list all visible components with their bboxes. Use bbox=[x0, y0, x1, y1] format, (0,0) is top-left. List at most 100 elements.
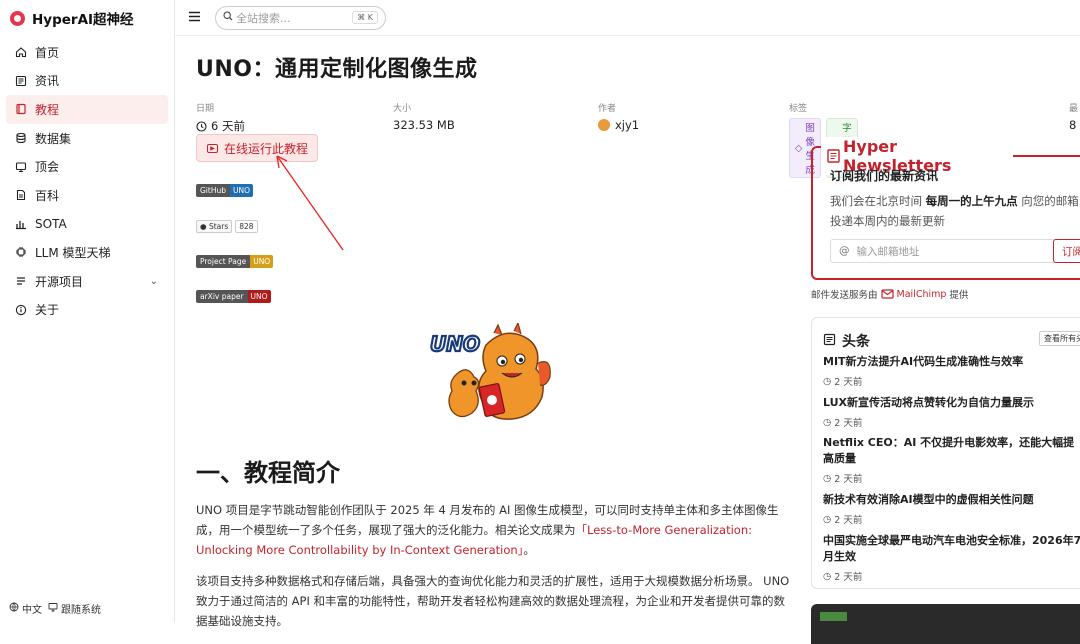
clock-icon: ◷ bbox=[823, 472, 832, 484]
email-field[interactable]: @ 输入邮箱地址 bbox=[830, 239, 1066, 263]
promo-card[interactable] bbox=[811, 604, 1080, 644]
search-shortcut: ⌘ K bbox=[352, 11, 378, 24]
sidebar-item-llm-ladder[interactable]: LLM 模型天梯 bbox=[6, 238, 168, 267]
author-link[interactable]: xjy1 bbox=[615, 118, 639, 132]
sidebar: HyperAI超神经 首页 资讯 教程 数据集 顶会 百科 SOTA LLM 模… bbox=[0, 0, 175, 623]
menu-icon[interactable] bbox=[188, 10, 204, 26]
service-text: 邮件发送服务由 bbox=[811, 290, 878, 301]
sidebar-item-home[interactable]: 首页 bbox=[6, 38, 168, 67]
sidebar-item-about[interactable]: 关于 bbox=[6, 295, 168, 324]
chart-icon bbox=[15, 218, 27, 230]
monitor-icon bbox=[48, 602, 58, 615]
subscribe-button[interactable]: 订阅 bbox=[1053, 239, 1080, 263]
headline-item[interactable]: LUX新宣传活动将点赞转化为自信力量展示 ◷ 2 天前 bbox=[823, 395, 1080, 429]
meta-value: 323.53 MB bbox=[393, 118, 455, 132]
newsletter-heading: 订阅我们的最新资讯 bbox=[830, 169, 939, 183]
play-icon: ▶ bbox=[207, 143, 218, 153]
meta-value: 6 天前 bbox=[211, 119, 245, 133]
page-title: UNO：通用定制化图像生成 bbox=[196, 57, 478, 82]
language-switch[interactable]: 中文 bbox=[22, 601, 42, 616]
sidebar-item-label: 开源项目 bbox=[35, 274, 84, 289]
cpu-icon bbox=[15, 246, 27, 258]
meta-extra: 最 8 bbox=[1069, 101, 1078, 132]
meta-label: 大小 bbox=[393, 104, 412, 114]
uno-logo-text: UNO bbox=[430, 332, 480, 356]
newsletter-description: 我们会在北京时间 每周一的上午九点 向您的邮箱投递本周内的最新更新 bbox=[830, 191, 1080, 231]
badge-right: UNO bbox=[250, 255, 274, 268]
top-bar: 全站搜索... ⌘ K bbox=[175, 0, 1080, 36]
headline-time: 2 天前 bbox=[834, 515, 863, 526]
sidebar-item-label: 百科 bbox=[35, 188, 60, 203]
database-icon bbox=[15, 132, 27, 144]
intro-paragraph: UNO 项目是字节跳动智能创作团队于 2025 年 4 月发布的 AI 图像生成… bbox=[196, 500, 792, 560]
sidebar-item-sota[interactable]: SOTA bbox=[6, 210, 168, 239]
theme-switch[interactable]: 跟随系统 bbox=[61, 601, 101, 616]
sidebar-item-label: 资讯 bbox=[35, 74, 60, 89]
badge-left-label: Stars bbox=[208, 222, 229, 231]
arxiv-badge[interactable]: arXiv paper UNO bbox=[196, 290, 271, 303]
search-input[interactable]: 全站搜索... ⌘ K bbox=[215, 5, 386, 30]
sidebar-item-label: 首页 bbox=[35, 45, 60, 60]
promo-thumbnail bbox=[820, 612, 847, 621]
headline-title[interactable]: MIT新方法提升AI代码生成准确性与效率 bbox=[823, 354, 1080, 370]
sidebar-item-label: SOTA bbox=[35, 216, 67, 231]
desc-text: 我们会在北京时间 bbox=[830, 194, 926, 208]
headline-title[interactable]: 新技术有效消除AI模型中的虚假相关性问题 bbox=[823, 492, 1080, 508]
headline-item[interactable]: Netflix CEO：AI 不仅提升电影效率，还能大幅提高质量 ◷ 2 天前 bbox=[823, 435, 1080, 485]
chevron-down-icon[interactable]: ⌄ bbox=[150, 276, 158, 287]
clock-icon: ◷ bbox=[823, 375, 832, 387]
hyperai-logo-icon bbox=[10, 10, 25, 26]
meta-value: 8 bbox=[1069, 118, 1077, 132]
meta-label: 作者 bbox=[598, 104, 617, 114]
avatar[interactable] bbox=[598, 119, 610, 131]
sidebar-item-tutorials[interactable]: 教程 bbox=[6, 95, 168, 124]
section-title: 一、教程简介 bbox=[196, 459, 340, 487]
see-all-headlines-button[interactable]: 查看所有头条 bbox=[1039, 331, 1080, 346]
badge-left: arXiv paper bbox=[196, 290, 248, 303]
headline-item[interactable]: 中国实施全球最严电动汽车电池安全标准，2026年7月生效 ◷ 2 天前 bbox=[823, 533, 1080, 583]
clock-icon bbox=[196, 120, 207, 132]
newsletter-card: Hyper Newsletters 订阅我们的最新资讯 我们会在北京时间 每周一… bbox=[811, 137, 1080, 280]
meta-author: 作者 xjy1 bbox=[598, 101, 639, 132]
sidebar-item-open-source[interactable]: 开源项目 ⌄ bbox=[6, 267, 168, 296]
sidebar-item-wiki[interactable]: 百科 bbox=[6, 181, 168, 210]
badge-right: UNO bbox=[230, 184, 254, 197]
headline-item[interactable]: MIT新方法提升AI代码生成准确性与效率 ◷ 2 天前 bbox=[823, 354, 1080, 388]
badge-left: ● Stars bbox=[196, 220, 233, 233]
tag-icon: ◇ bbox=[795, 142, 803, 154]
email-placeholder: 输入邮箱地址 bbox=[856, 245, 920, 258]
conference-icon bbox=[15, 161, 27, 173]
github-badge[interactable]: GitHub UNO bbox=[196, 184, 254, 197]
info-icon bbox=[15, 304, 27, 316]
meta-date: 日期 6 天前 bbox=[196, 101, 245, 134]
headline-time: 2 天前 bbox=[834, 418, 863, 429]
uno-hero-image: UNO bbox=[428, 321, 556, 431]
headlines-card: 头条 查看所有头条 MIT新方法提升AI代码生成准确性与效率 ◷2 天前 LUX… bbox=[811, 317, 1080, 589]
article: UNO：通用定制化图像生成 日期 6 天前 大小 323.53 MB 作者 xj… bbox=[196, 36, 1078, 628]
sidebar-item-label: 关于 bbox=[35, 303, 60, 318]
app-logo[interactable]: HyperAI超神经 bbox=[0, 0, 174, 36]
sidebar-item-label: 教程 bbox=[35, 102, 60, 117]
stars-badge[interactable]: ● Stars 828 bbox=[196, 220, 258, 233]
sidebar-item-conferences[interactable]: 顶会 bbox=[6, 152, 168, 181]
clock-icon: ◷ bbox=[823, 416, 832, 428]
desc-bold: 每周一的上午九点 bbox=[925, 194, 1018, 208]
meta-label: 日期 bbox=[196, 104, 215, 114]
headline-title[interactable]: 中国实施全球最严电动汽车电池安全标准，2026年7月生效 bbox=[823, 533, 1080, 565]
mailchimp-link[interactable]: MailChimp bbox=[897, 289, 947, 300]
headline-title[interactable]: LUX新宣传活动将点赞转化为自信力量展示 bbox=[823, 395, 1080, 411]
badge-right: UNO bbox=[247, 290, 271, 303]
description-paragraph: 该项目支持多种数据格式和存储后端，具备强大的查询优化能力和灵活的扩展性，适用于大… bbox=[196, 574, 790, 628]
home-icon bbox=[15, 46, 27, 58]
sidebar-item-news[interactable]: 资讯 bbox=[6, 67, 168, 96]
sidebar-item-datasets[interactable]: 数据集 bbox=[6, 124, 168, 153]
book-icon bbox=[15, 103, 27, 115]
headline-title[interactable]: Netflix CEO：AI 不仅提升电影效率，还能大幅提高质量 bbox=[823, 435, 1080, 467]
project-page-badge[interactable]: Project Page UNO bbox=[196, 255, 274, 268]
article-meta: 日期 6 天前 大小 323.53 MB 作者 xjy1 标签 ◇ 图像生成 字… bbox=[196, 101, 1078, 178]
wiki-icon bbox=[15, 189, 27, 201]
headline-item[interactable]: 新技术有效消除AI模型中的虚假相关性问题 ◷ 2 天前 bbox=[823, 492, 1080, 526]
meta-size: 大小 323.53 MB bbox=[393, 101, 455, 132]
globe-icon bbox=[9, 602, 19, 615]
headlines-title: 头条 bbox=[823, 331, 870, 351]
